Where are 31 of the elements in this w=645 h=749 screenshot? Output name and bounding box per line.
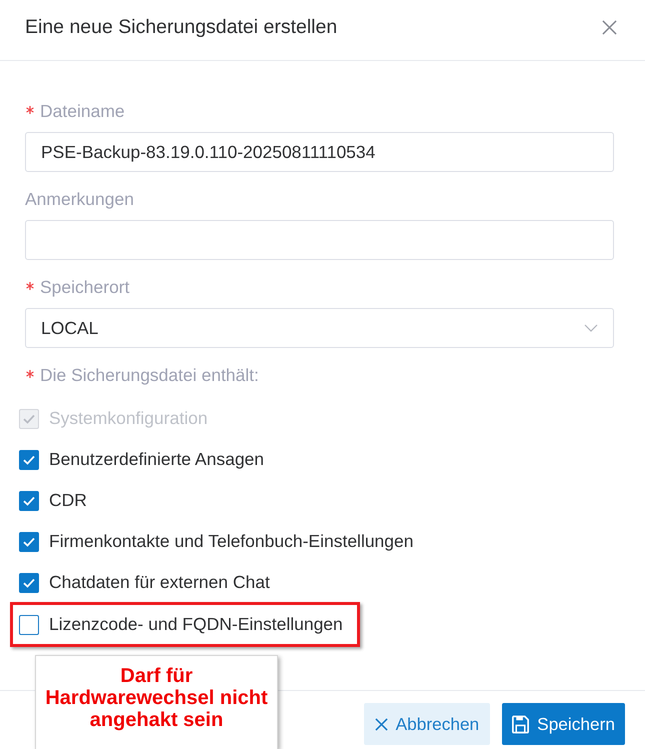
option-label: Chatdaten für externen Chat bbox=[49, 572, 270, 593]
option-label: Benutzerdefinierte Ansagen bbox=[49, 449, 264, 470]
checkbox[interactable] bbox=[19, 532, 39, 552]
option-label: Systemkonfiguration bbox=[49, 408, 208, 429]
dialog-title: Eine neue Sicherungsdatei erstellen bbox=[25, 16, 338, 38]
check-icon bbox=[23, 536, 35, 546]
dropdown[interactable]: LOCAL bbox=[25, 308, 614, 348]
check-icon bbox=[23, 414, 35, 424]
text-field[interactable] bbox=[25, 220, 614, 260]
callout-note: Darf für Hardwarewechsel nicht angehakt sein bbox=[35, 655, 278, 749]
close-icon[interactable] bbox=[602, 20, 617, 34]
check-icon bbox=[23, 578, 35, 588]
check-icon bbox=[23, 496, 35, 506]
chevron-down-icon bbox=[584, 324, 598, 332]
checkbox[interactable] bbox=[19, 572, 39, 592]
field-label: Anmerkungen bbox=[25, 188, 134, 210]
field-label: Dateiname bbox=[40, 100, 125, 122]
field-label: Die Sicherungsdatei enthält: bbox=[40, 364, 259, 386]
checkbox[interactable] bbox=[19, 614, 39, 634]
field-label: Speicherort bbox=[40, 276, 130, 298]
option-label: Firmenkontakte und Telefonbuch-Einstellungen bbox=[49, 531, 414, 552]
text-field[interactable]: PSE-Backup-83.19.0.110-20250811110534 bbox=[25, 132, 614, 172]
close-icon bbox=[374, 718, 388, 730]
option-label: Lizenzcode- und FQDN-Einstellungen bbox=[49, 614, 343, 635]
save-button[interactable]: Speichern bbox=[502, 703, 625, 745]
checkbox[interactable] bbox=[19, 450, 39, 470]
check-icon bbox=[23, 454, 35, 464]
save-icon bbox=[511, 714, 530, 734]
checkbox[interactable] bbox=[19, 490, 39, 510]
option-label: CDR bbox=[49, 490, 87, 511]
cancel-button[interactable]: Abbrechen bbox=[364, 703, 490, 745]
